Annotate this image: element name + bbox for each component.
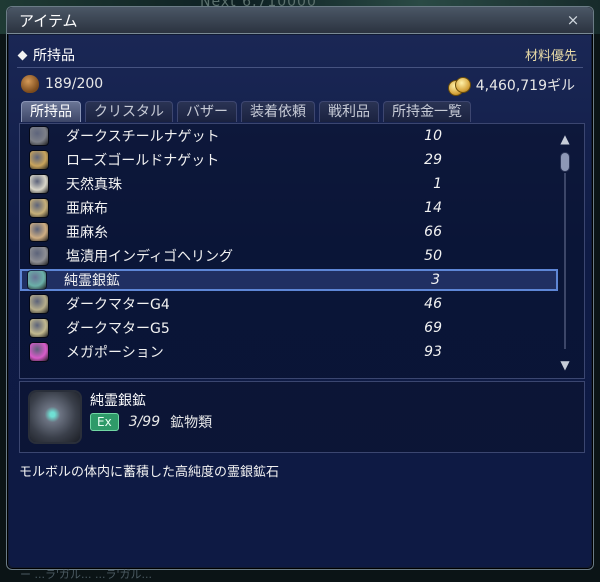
item-description: モルボルの体内に蓄積した高純度の霊銀鉱石 [19, 465, 280, 480]
item-quantity: 69 [424, 320, 442, 336]
list-scrollbar[interactable]: ▲ ▼ [557, 131, 573, 373]
item-icon [30, 199, 48, 217]
item-name: 純霊銀鉱 [64, 273, 120, 289]
list-item[interactable]: ダークマターG4 46 [24, 293, 558, 315]
window-title: アイテム [19, 12, 78, 30]
item-quantity: 14 [424, 200, 442, 216]
item-name: ダークマターG4 [66, 297, 170, 313]
tab-crystals[interactable]: クリスタル [85, 101, 173, 122]
item-name: ダークマターG5 [66, 321, 170, 337]
item-quantity: 66 [424, 224, 442, 240]
item-icon [30, 175, 48, 193]
item-name: 亜麻布 [66, 201, 108, 217]
divider [17, 67, 583, 68]
item-icon [30, 127, 48, 145]
item-list: ダークスチールナゲット 10 ローズゴールドナゲット 29 天然真珠 1 亜麻布… [19, 123, 585, 379]
list-item[interactable]: 塩漬用インディゴヘリング 50 [24, 245, 558, 267]
tab-inventory[interactable]: 所持品 [21, 101, 81, 122]
stack-count: 3/99 [128, 414, 161, 430]
item-quantity: 50 [424, 248, 442, 264]
item-icon [30, 319, 48, 337]
item-quantity: 93 [424, 344, 442, 360]
item-icon [30, 223, 48, 241]
item-quantity: 1 [433, 176, 442, 192]
gil-display: 4,460,719ギル [447, 75, 575, 96]
list-item[interactable]: ローズゴールドナゲット 29 [24, 149, 558, 171]
list-item[interactable]: 亜麻糸 66 [24, 221, 558, 243]
bag-icon [21, 75, 39, 93]
window-body: 所持品 材料優先 189/200 4,460,719ギル 所持品 クリスタル バ… [9, 35, 591, 567]
list-item[interactable]: ダークマターG5 69 [24, 317, 558, 339]
list-item-selected[interactable]: 純霊銀鉱 3 [20, 269, 558, 291]
item-name: ローズゴールドナゲット [66, 153, 220, 169]
item-category: 鉱物類 [170, 415, 213, 431]
list-item[interactable]: 天然真珠 1 [24, 173, 558, 195]
tab-bazaar[interactable]: バザー [177, 101, 237, 122]
capacity-text: 189/200 [45, 76, 104, 92]
background-chat-text: ー ...ラ'ガル... ...ラ'ガル... [20, 568, 152, 581]
item-icon [30, 247, 48, 265]
item-icon [30, 295, 48, 313]
item-quantity: 29 [424, 152, 442, 168]
detail-item-name: 純霊銀鉱 [90, 393, 146, 409]
scrollbar-rail [564, 173, 566, 349]
item-quantity: 3 [431, 272, 440, 288]
item-name: 塩漬用インディゴヘリング [66, 249, 234, 265]
section-label: 所持品 [33, 48, 75, 64]
item-name: メガポーション [66, 345, 164, 361]
tab-gil-list[interactable]: 所持金一覧 [383, 101, 471, 122]
item-detail-panel: 純霊銀鉱 Ex 3/99 鉱物類 [19, 381, 585, 453]
detail-meta: Ex 3/99 鉱物類 [90, 412, 212, 432]
tab-equip-request[interactable]: 装着依頼 [241, 101, 315, 122]
tab-loot[interactable]: 戦利品 [319, 101, 379, 122]
item-window: アイテム × 所持品 材料優先 189/200 4,460,719ギル 所持品 … [6, 6, 594, 570]
section-header: 所持品 [17, 45, 75, 65]
gil-coins-icon [447, 75, 471, 96]
item-icon [28, 271, 46, 289]
item-name: ダークスチールナゲット [66, 129, 220, 145]
item-name: 亜麻糸 [66, 225, 108, 241]
inventory-tabs: 所持品 クリスタル バザー 装着依頼 戦利品 所持金一覧 [21, 101, 471, 122]
item-quantity: 10 [424, 128, 442, 144]
list-item[interactable]: ダークスチールナゲット 10 [24, 125, 558, 147]
title-bar[interactable]: アイテム × [7, 7, 593, 34]
close-icon[interactable]: × [563, 10, 583, 30]
item-quantity: 46 [424, 296, 442, 312]
scroll-up-icon[interactable]: ▲ [557, 131, 573, 147]
list-item[interactable]: メガポーション 93 [24, 341, 558, 363]
scroll-down-icon[interactable]: ▼ [557, 357, 573, 373]
sort-mode-button[interactable]: 材料優先 [525, 45, 577, 64]
diamond-icon [17, 50, 28, 60]
gil-amount: 4,460,719ギル [475, 78, 575, 94]
list-item[interactable]: 亜麻布 14 [24, 197, 558, 219]
scrollbar-thumb[interactable] [561, 153, 569, 171]
ore-icon [30, 392, 80, 442]
ex-badge: Ex [90, 413, 119, 431]
item-name: 天然真珠 [66, 177, 122, 193]
item-icon [30, 151, 48, 169]
item-icon [30, 343, 48, 361]
inventory-capacity: 189/200 [21, 75, 103, 93]
